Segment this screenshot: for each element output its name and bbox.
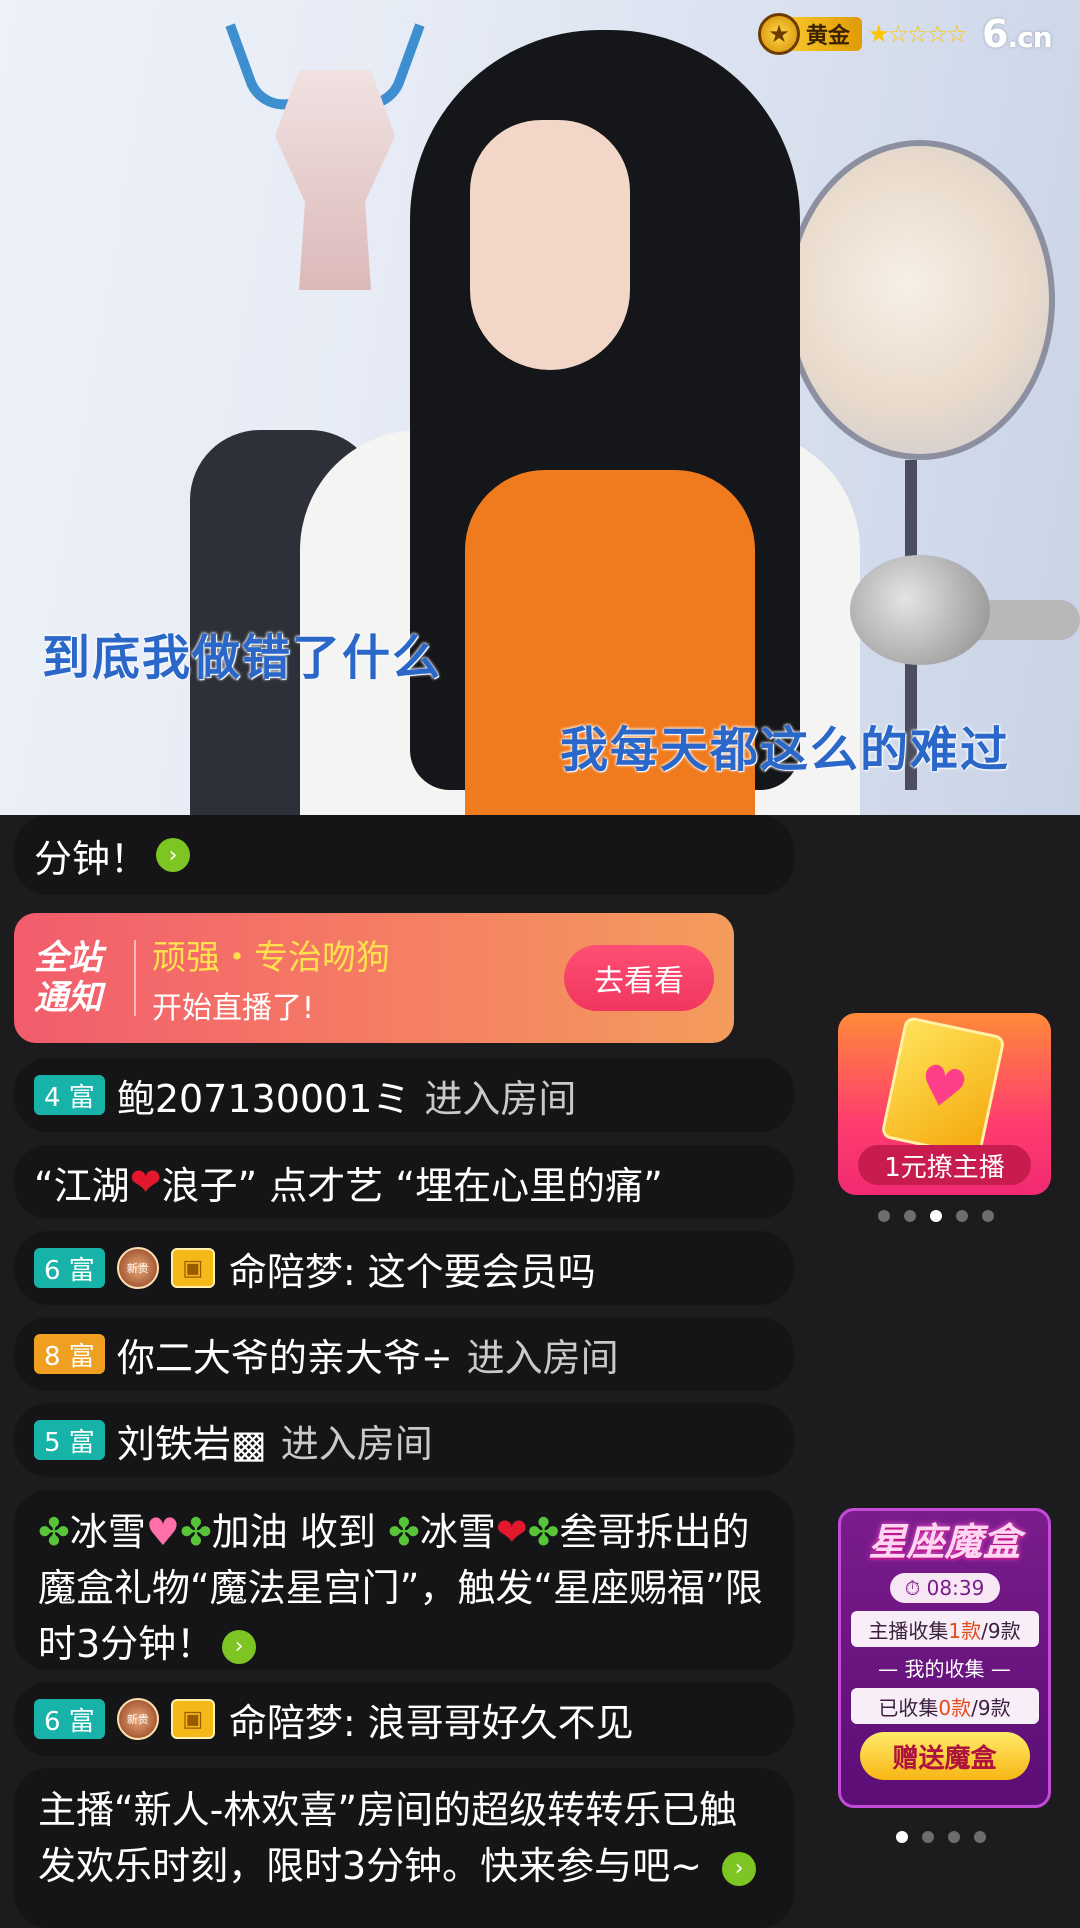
notice-streamer-name: 顽强・专治吻狗 [152,937,390,978]
level-stars: ★☆☆☆☆ [868,20,968,48]
clover-icon: ✤ [179,1510,212,1554]
promo-carousel-dots [878,1210,994,1222]
chat-action: 进入房间 [424,1076,577,1121]
chat-text-part: 冰雪 [69,1510,146,1554]
chat-text-part: 加油 收到 [211,1510,376,1554]
anchor-collection-label: 主播收集 [868,1618,949,1643]
carousel-dot[interactable] [956,1210,968,1222]
chat-system-message: ✤冰雪♥✤加油 收到 ✤冰雪❤✤叁哥拆出的魔盒礼物“魔法星宫门”，触发“星座赐福… [14,1490,794,1670]
notice-message: 开始直播了! [152,990,315,1026]
chat-message-fragment: 分钟！ › [14,815,794,895]
anchor-collection-count: 1款 [948,1618,982,1643]
constellation-box-promo[interactable]: 星座魔盒 ⏱ 08:39 主播收集 1款/9款 — 我的收集 — 已收集 0款/9款… [838,1508,1051,1808]
live-video[interactable]: 到底我做错了什么 我每天都这么的难过 ★ 黄金 ★☆☆☆☆ 6.cn [0,0,1080,815]
wealth-rank-badge: 8 富 [34,1334,105,1374]
clock-icon: ⏱ [904,1576,921,1600]
my-collection-label: — 我的收集 — [878,1657,1011,1681]
wealth-rank-badge: 6 富 [34,1699,105,1739]
chat-action: 进入房间 [466,1335,619,1380]
lyric-line-2: 我每天都这么的难过 [560,722,1011,778]
promo-title: 星座魔盒 [868,1520,1021,1564]
anchor-collection: 主播收集 1款/9款 [850,1611,1039,1647]
heart-icon: ❤ [129,1160,162,1204]
chat-message: 6 富 新贵 ▣ 命陪梦: 浪哥哥好久不见 [14,1682,794,1756]
chat-text-part: “江湖 [34,1163,130,1208]
fragment-text: 分钟！ [34,836,149,881]
fan-decoration [785,140,1055,460]
wealth-rank-badge: 5 富 [34,1420,105,1460]
chat-username[interactable]: 刘铁岩▩ [117,1413,267,1468]
chat-message: 4 富 鲍207130001ミ 进入房间 [14,1058,794,1132]
wealth-rank-badge: 4 富 [34,1075,105,1115]
logo-suffix: .cn [1007,21,1052,54]
clover-icon: ✤ [38,1510,70,1554]
chat-text-part: 冰雪 [419,1510,496,1554]
chat-area[interactable]: 分钟！ › 全站通知 顽强・专治吻狗 开始直播了! 去看看 4 富 鲍20713… [0,815,1080,1928]
my-collection: 已收集 0款/9款 [850,1688,1039,1724]
deer-head-decoration [275,70,395,290]
logo-main: 6 [982,12,1008,56]
chat-username[interactable]: 你二大爷的亲大爷÷ [117,1327,453,1382]
carousel-dot[interactable] [904,1210,916,1222]
carousel-dot-active[interactable] [930,1210,942,1222]
microphone [850,555,990,665]
chat-message: 6 富 新贵 ▣ 命陪梦: 这个要会员吗 [14,1231,794,1305]
anchor-collection-total: /9款 [981,1618,1021,1643]
my-collection-label-text: 已收集 [878,1695,939,1720]
clover-icon: ✤ [387,1510,420,1554]
carousel-dot[interactable] [922,1831,934,1843]
chat-text-part: 浪子” 点才艺 “埋在心里的痛” [161,1163,663,1208]
timer-value: 08:39 [926,1576,985,1600]
one-yuan-promo[interactable]: ♥ 1元撩主播 [838,1013,1051,1195]
user-icon: ▣ [170,1699,215,1739]
heart-icon: ♥ [145,1510,180,1554]
my-collection-count: 0款 [938,1695,972,1720]
noble-badge-icon: 新贵 [116,1247,159,1289]
noble-badge-icon: 新贵 [116,1698,159,1740]
carousel-dot[interactable] [974,1831,986,1843]
star-medal-icon: ★ [758,13,800,55]
chat-text: 主播“新人-林欢喜”房间的超级转转乐已触发欢乐时刻，限时3分钟。快来参与吧~ [38,1788,738,1888]
site-notice-label: 全站通知 [34,938,102,1018]
streamer-face [470,120,630,370]
user-icon: ▣ [170,1248,215,1288]
carousel-dot[interactable] [948,1831,960,1843]
send-box-button[interactable]: 赠送魔盒 [859,1732,1030,1780]
carousel-dot[interactable] [982,1210,994,1222]
promo-label: 1元撩主播 [858,1145,1031,1185]
wealth-rank-badge: 6 富 [34,1248,105,1288]
site-notice-banner[interactable]: 全站通知 顽强・专治吻狗 开始直播了! 去看看 [14,913,734,1043]
chat-message: 8 富 你二大爷的亲大爷÷ 进入房间 [14,1317,794,1391]
carousel-dot[interactable] [878,1210,890,1222]
arrow-right-icon[interactable]: › [156,838,191,872]
my-collection-total: /9款 [971,1695,1011,1720]
chat-username[interactable]: 命陪梦: [229,1692,356,1747]
chat-action: 进入房间 [280,1421,433,1466]
arrow-right-icon[interactable]: › [222,1629,257,1664]
lyric-line-1: 到底我做错了什么 [42,630,443,686]
chat-message: 5 富 刘铁岩▩ 进入房间 [14,1403,794,1477]
go-watch-button[interactable]: 去看看 [564,945,714,1011]
clover-icon: ✤ [527,1510,560,1554]
chat-system-message: 主播“新人-林欢喜”房间的超级转转乐已触发欢乐时刻，限时3分钟。快来参与吧~ › [14,1768,794,1928]
chat-username[interactable]: 鲍207130001ミ [117,1068,411,1123]
chat-text: 浪哥哥好久不见 [367,1700,634,1745]
carousel-dot-active[interactable] [896,1831,908,1843]
countdown-timer: ⏱ 08:39 [889,1573,1000,1603]
site-logo: 6.cn [982,12,1053,56]
promo-carousel-dots [896,1831,986,1843]
heart-card-icon: ♥ [880,1015,1006,1159]
chat-text: 这个要会员吗 [367,1249,596,1294]
arrow-right-icon[interactable]: › [722,1851,757,1886]
chat-username[interactable]: 命陪梦: [229,1241,356,1296]
level-label: 黄金 [792,17,863,51]
heart-icon: ❤ [495,1510,528,1554]
divider [134,940,136,1016]
anchor-level-badge[interactable]: ★ 黄金 ★☆☆☆☆ [758,13,968,55]
chat-message: “江湖 ❤ 浪子” 点才艺 “埋在心里的痛” [14,1145,794,1219]
